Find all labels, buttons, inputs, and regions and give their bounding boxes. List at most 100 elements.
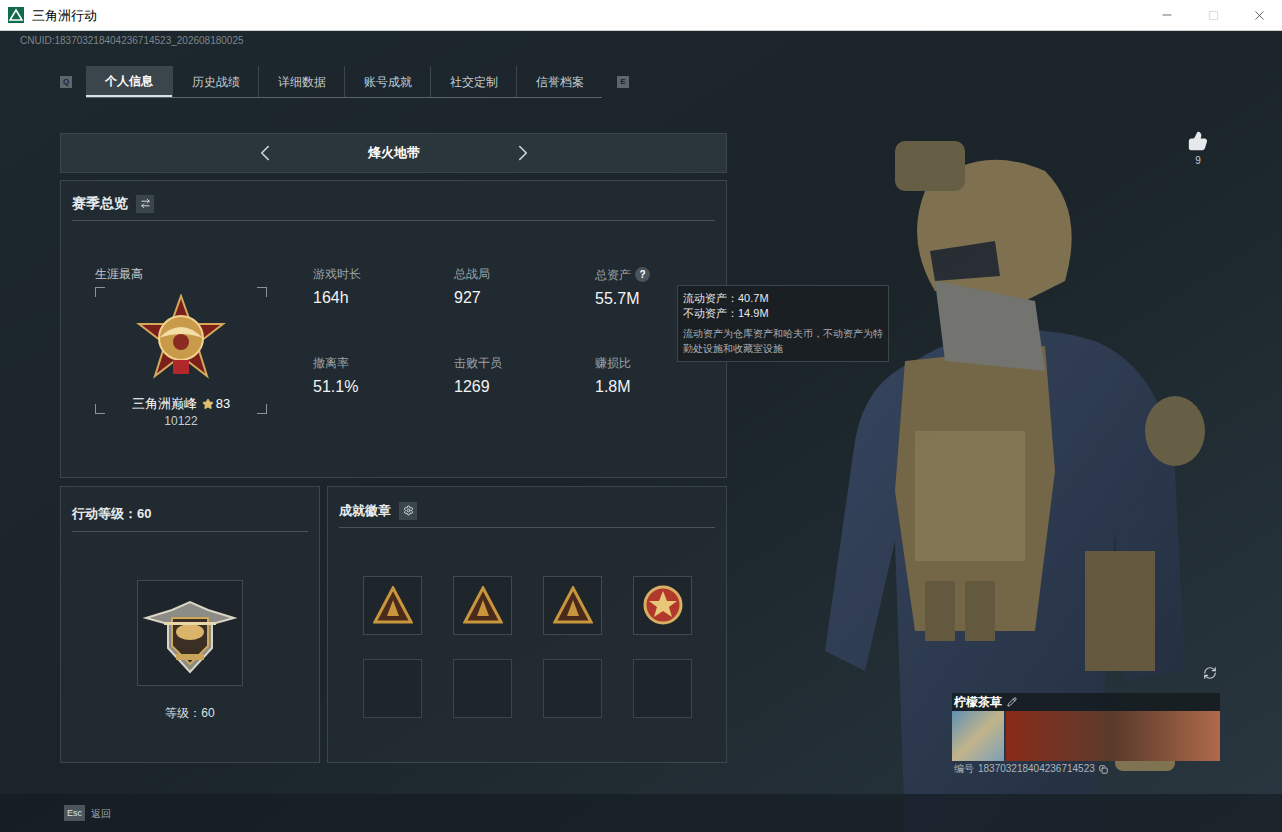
swap-icon: [140, 198, 151, 209]
tab[interactable]: 信誉档案: [516, 66, 602, 97]
footer-bar: Esc 返回: [0, 794, 1282, 832]
tooltip-line: 不动资产：14.9M: [683, 306, 883, 321]
map-thumbnail: [952, 711, 1004, 761]
tooltip-note: 流动资产为仓库资产和哈夫币，不动资产为特勤处设施和收藏室设施: [683, 326, 883, 356]
chevron-left-icon[interactable]: [252, 140, 278, 166]
gear-icon: [403, 505, 414, 516]
card-images: [952, 711, 1220, 761]
tabs: 个人信息历史战绩详细数据账号成就社交定制信誉档案: [86, 66, 602, 98]
achievement-triangle-icon: [373, 586, 413, 624]
thumbs-up-icon[interactable]: [1188, 131, 1208, 151]
help-icon[interactable]: ?: [635, 267, 650, 282]
mode-selector: 烽火地带: [60, 133, 727, 173]
like-count: 9: [1195, 153, 1201, 168]
edit-icon[interactable]: [1007, 697, 1017, 707]
tab[interactable]: 社交定制: [430, 66, 516, 97]
main-column: 烽火地带赛季总览生涯最高三角洲巅峰8310122 游戏时长 164h总战局927总资…: [60, 133, 727, 763]
copy-icon[interactable]: [1099, 765, 1108, 774]
rank-stars: 83: [216, 396, 230, 412]
tab[interactable]: 详细数据: [258, 66, 344, 97]
rank-block: 生涯最高三角洲巅峰8310122: [95, 267, 267, 445]
close-button[interactable]: [1236, 0, 1282, 31]
rank-score: 10122: [95, 414, 267, 428]
badge-grid: [363, 576, 715, 718]
window-title: 三角洲行动: [32, 9, 97, 22]
level-panel: 行动等级：60 等级：60: [60, 486, 320, 763]
frame-corner: [257, 404, 267, 414]
stat-label: 总战局: [454, 267, 490, 281]
level-badge-box: [137, 580, 243, 686]
badges-settings-button[interactable]: [399, 502, 417, 520]
app-window: 三角洲行动 CNUID:183703218404236714523_2026081…: [0, 0, 1282, 832]
like-counter[interactable]: 9: [1186, 131, 1210, 168]
card-id-label: 编号: [954, 763, 974, 775]
badge-slot[interactable]: [543, 659, 602, 718]
tab[interactable]: 历史战绩: [172, 66, 258, 97]
stat-label: 赚损比: [595, 356, 631, 370]
level-caption: 等级：60: [165, 704, 214, 722]
achievement-medal-icon: [642, 584, 684, 626]
cnuid-text: CNUID:183703218404236714523_202608180025: [0, 31, 1282, 47]
minimize-button[interactable]: [1144, 0, 1190, 31]
level-shield-icon: [142, 588, 238, 678]
season-body: 生涯最高三角洲巅峰8310122游戏时长164h总战局927总资产?55.7M撤…: [72, 221, 715, 445]
asset-tooltip: 流动资产：40.7M不动资产：14.9M 流动资产为仓库资产和哈夫币，不动资产为特…: [677, 285, 889, 362]
swap-button[interactable]: [136, 195, 154, 213]
frame-corner: [257, 287, 267, 297]
stat-cell: 撤离率51.1%: [313, 356, 454, 445]
badge-slot[interactable]: [633, 576, 692, 635]
esc-key[interactable]: Esc: [64, 805, 85, 821]
level-title: 行动等级：60: [72, 506, 151, 521]
badge-slot[interactable]: [363, 576, 422, 635]
stat-cell: 总战局927: [454, 267, 595, 356]
chevron-right-icon[interactable]: [510, 140, 536, 166]
badge-slot[interactable]: [633, 659, 692, 718]
card-id: 183703218404236714523: [978, 763, 1095, 775]
stats-grid: 游戏时长164h总战局927总资产?55.7M撤离率51.1%击败干员1269赚…: [313, 267, 715, 445]
badge-slot[interactable]: [453, 659, 512, 718]
card-name-row: 柠檬茶草: [952, 693, 1220, 711]
badge-slot[interactable]: [363, 659, 422, 718]
stat-value: 1.8M: [595, 378, 715, 396]
tab[interactable]: 个人信息: [86, 66, 172, 97]
season-header: 赛季总览: [72, 193, 715, 221]
stat-label: 游戏时长: [313, 267, 361, 281]
badges-title: 成就徽章: [339, 501, 391, 521]
stat-cell: 赚损比 1.8M: [595, 356, 715, 445]
stat-label: 总资产: [595, 268, 631, 282]
tab-bar: Q 个人信息历史战绩详细数据账号成就社交定制信誉档案 E: [0, 66, 1282, 98]
badges-panel: 成就徽章: [327, 486, 727, 763]
tab[interactable]: 账号成就: [344, 66, 430, 97]
player-card[interactable]: 柠檬茶草编号 183703218404236714523: [952, 693, 1220, 775]
tooltip-line: 流动资产：40.7M: [683, 291, 883, 306]
season-panel: 赛季总览生涯最高三角洲巅峰8310122游戏时长164h总战局927总资产?55…: [60, 180, 727, 478]
frame-corner: [95, 404, 105, 414]
back-label[interactable]: 返回: [91, 806, 111, 821]
rank-caption: 生涯最高: [95, 267, 267, 281]
app-logo-icon: [8, 7, 24, 23]
badge-slot[interactable]: [543, 576, 602, 635]
achievement-triangle-icon: [463, 586, 503, 624]
stat-cell: 击败干员 1269: [454, 356, 595, 445]
minimize-icon: [1160, 8, 1174, 22]
next-tab-key[interactable]: E: [617, 76, 629, 88]
mode-label: 烽火地带: [368, 143, 420, 163]
rank-medal-icon: [133, 294, 229, 390]
season-title: 赛季总览: [72, 193, 128, 214]
maximize-button[interactable]: [1190, 0, 1236, 31]
close-icon: [1252, 8, 1267, 23]
maximize-icon: [1208, 10, 1219, 21]
badge-slot[interactable]: [453, 576, 512, 635]
rank-frame: 三角洲巅峰83: [95, 287, 267, 414]
stat-value: 1269: [454, 378, 595, 396]
prev-tab-key[interactable]: Q: [60, 76, 72, 88]
title-bar: 三角洲行动: [0, 0, 1282, 31]
game-screen: CNUID:183703218404236714523_202608180025…: [0, 31, 1282, 832]
card-picture: [1006, 711, 1220, 761]
frame-corner: [95, 287, 105, 297]
stat-label: 击败干员: [454, 356, 502, 370]
refresh-icon[interactable]: [1203, 666, 1217, 680]
stat-value: 164h: [313, 289, 454, 307]
bottom-panels: 行动等级：60 等级：60 成就徽章: [60, 486, 727, 763]
stat-label: 撤离率: [313, 356, 349, 370]
